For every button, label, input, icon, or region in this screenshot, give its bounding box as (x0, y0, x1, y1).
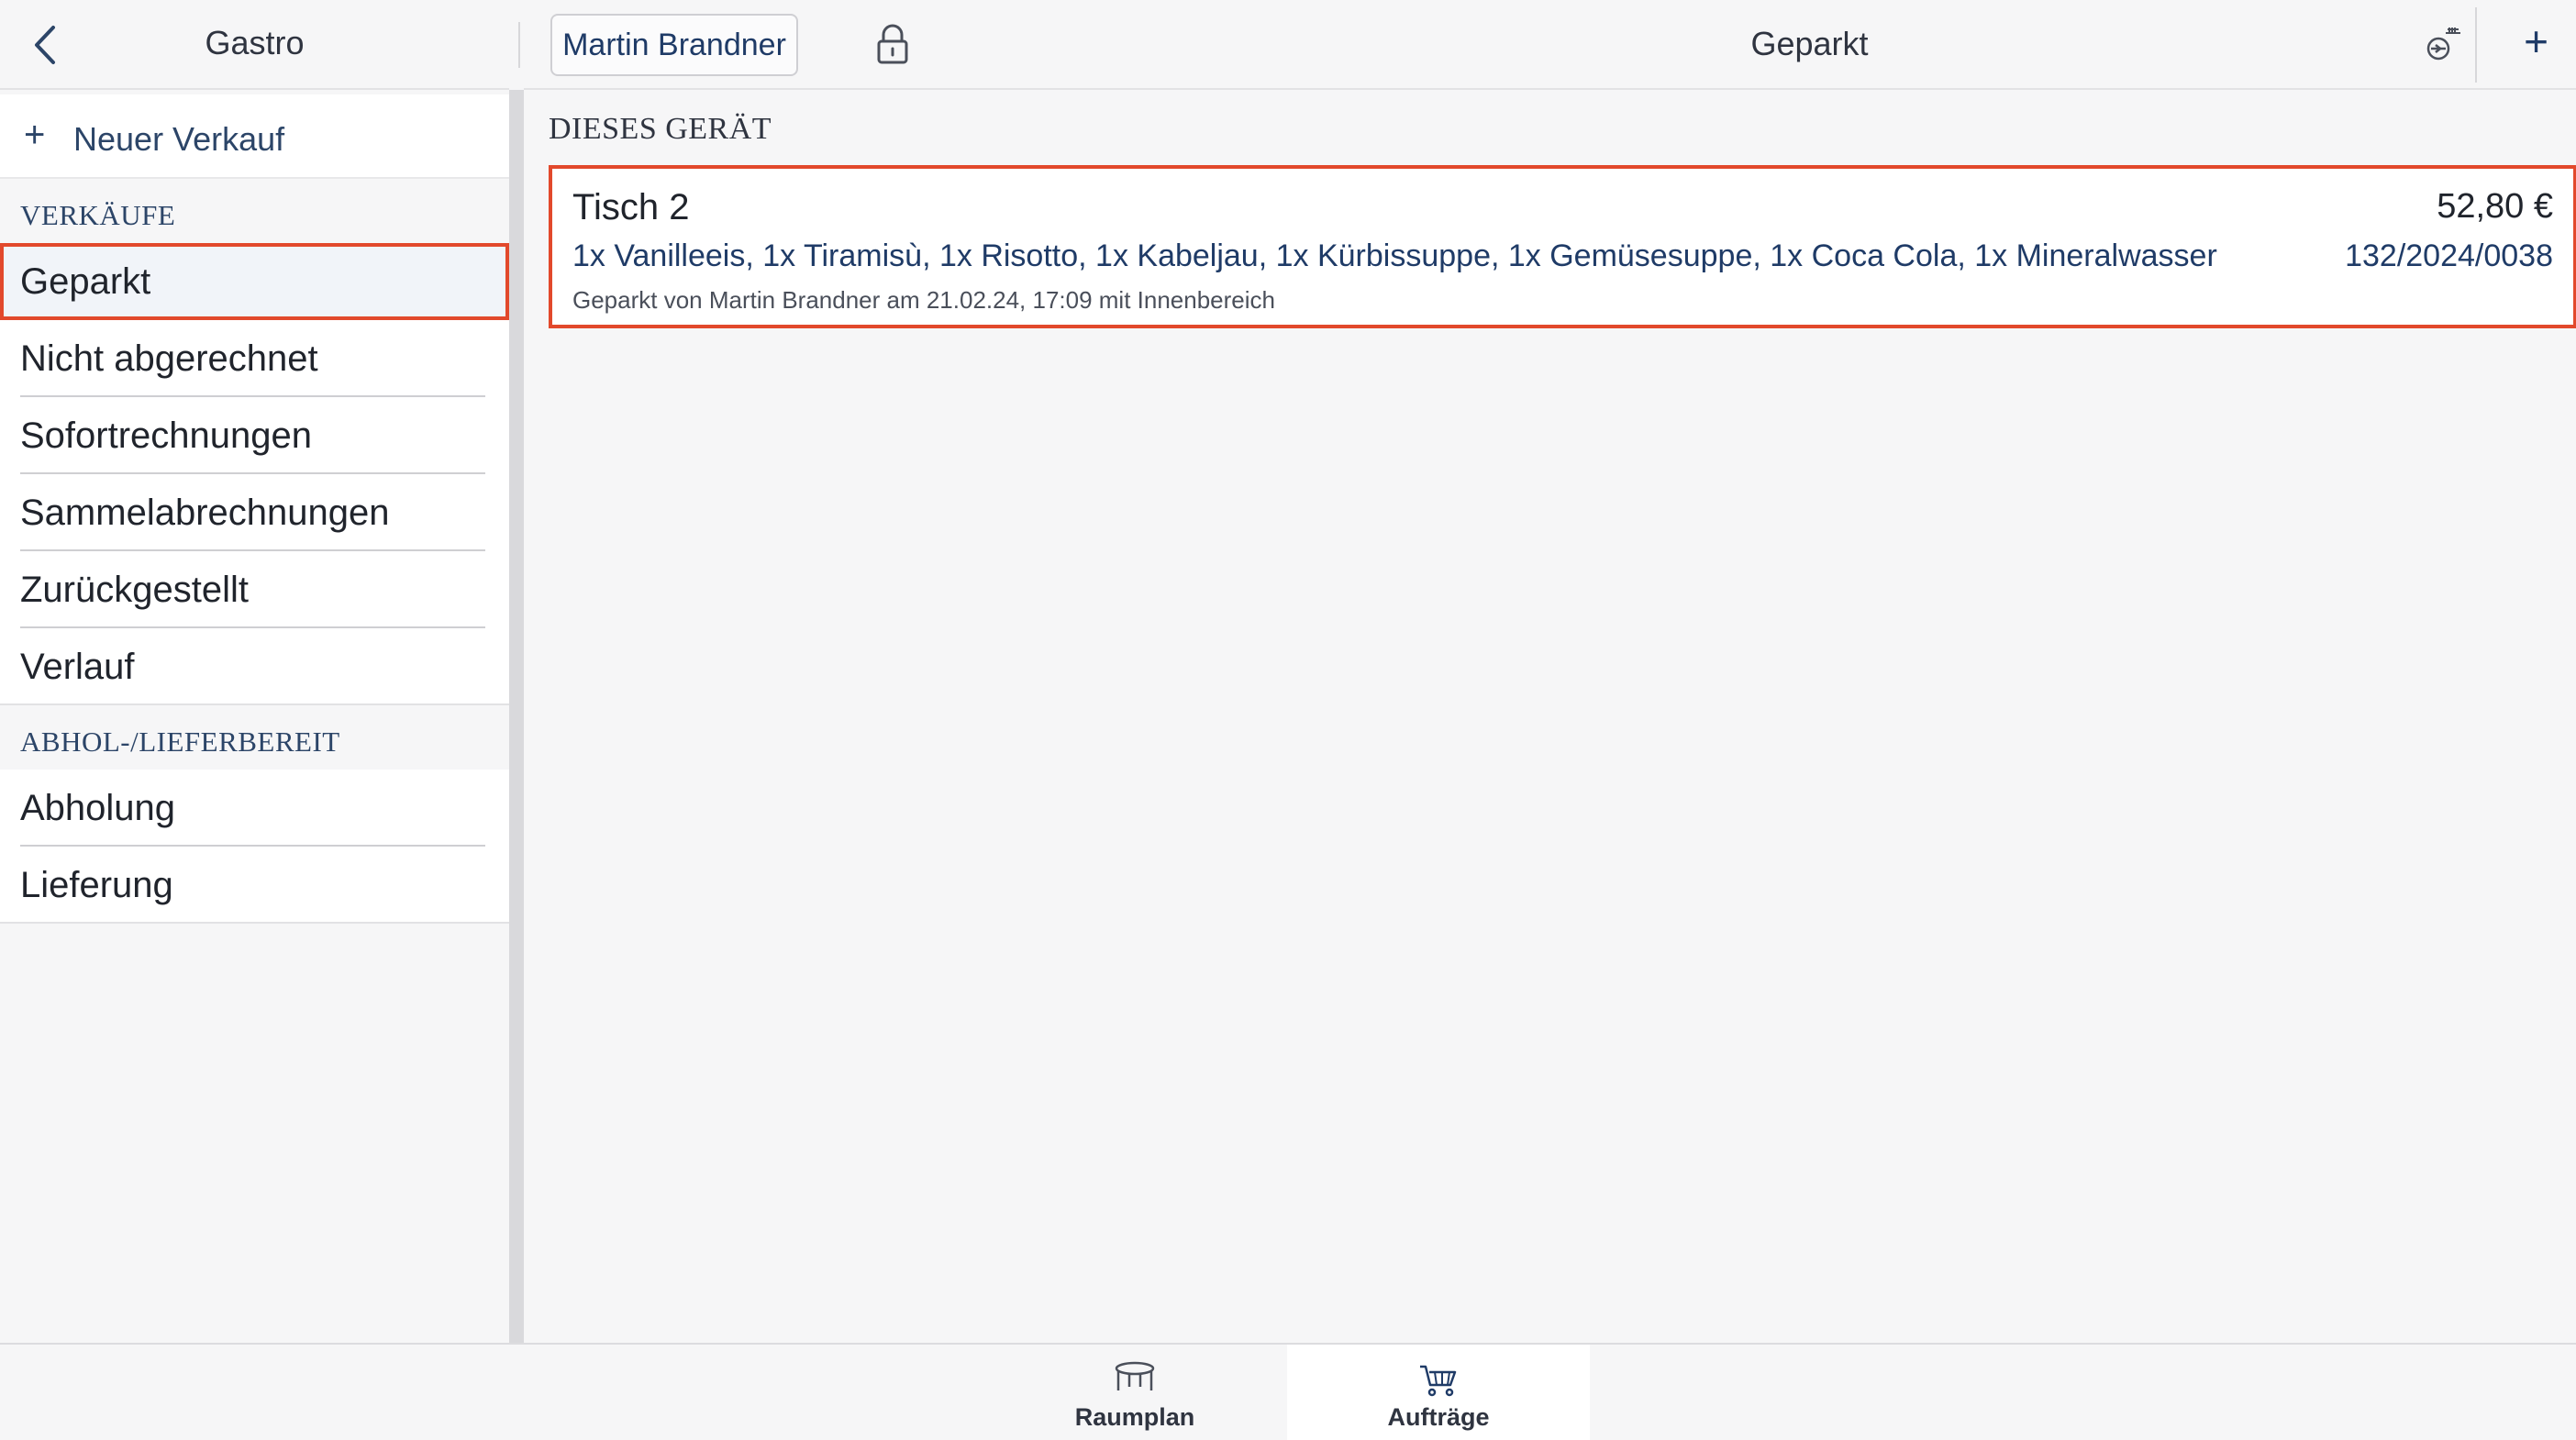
divider (0, 922, 509, 924)
sidebar-item-zurueckgestellt[interactable]: Zurückgestellt (0, 551, 509, 628)
divider (2475, 7, 2477, 83)
add-button[interactable]: + (2524, 20, 2548, 62)
divider (518, 22, 520, 68)
plus-icon: + (24, 115, 46, 155)
main-panel: Martin Brandner Geparkt + DIESES GERÄT T… (518, 0, 2576, 1343)
order-items: 1x Vanilleeis, 1x Tiramisù, 1x Risotto, … (572, 238, 2217, 273)
new-sale-label: Neuer Verkauf (73, 120, 285, 158)
order-table-name: Tisch 2 (572, 187, 690, 227)
sidebar-header: Gastro (0, 0, 509, 90)
new-sale-button[interactable]: + Neuer Verkauf (0, 94, 509, 179)
bottom-tab-bar: Raumplan Aufträge (0, 1343, 2576, 1440)
table-icon (1115, 1361, 1155, 1390)
sidebar-item-lieferung[interactable]: Lieferung (0, 847, 509, 924)
tab-raumplan-label: Raumplan (1074, 1403, 1195, 1431)
sidebar-item-nicht-abgerechnet[interactable]: Nicht abgerechnet (0, 320, 509, 397)
tab-auftraege-label: Aufträge (1387, 1403, 1490, 1431)
sidebar-item-verlauf[interactable]: Verlauf (0, 628, 509, 705)
order-number: 132/2024/0038 (2345, 238, 2553, 273)
top-bar: Martin Brandner Geparkt + (518, 0, 2576, 90)
page-title: Geparkt (1750, 25, 1869, 62)
sidebar-item-sammelabrechnungen[interactable]: Sammelabrechnungen (0, 474, 509, 551)
service-bell-icon[interactable] (2418, 20, 2466, 68)
section-heading-pickup-delivery: ABHOL-/LIEFERBEREIT (0, 705, 509, 770)
sidebar-item-geparkt[interactable]: Geparkt (0, 243, 509, 320)
section-heading-this-device: DIESES GERÄT (549, 112, 772, 146)
sidebar-title: Gastro (205, 24, 305, 61)
parked-order-card[interactable]: Tisch 2 1x Vanilleeis, 1x Tiramisù, 1x R… (549, 165, 2576, 328)
tab-raumplan[interactable]: Raumplan (983, 1345, 1286, 1440)
order-amount: 52,80 € (2437, 187, 2553, 226)
section-heading-sales: VERKÄUFE (0, 179, 509, 243)
order-meta: Geparkt von Martin Brandner am 21.02.24,… (572, 286, 1275, 314)
sidebar-item-sofortrechnungen[interactable]: Sofortrechnungen (0, 397, 509, 474)
sidebar: Gastro + Neuer Verkauf VERKÄUFE Geparkt … (0, 0, 509, 1343)
tab-auftraege[interactable]: Aufträge (1287, 1345, 1590, 1440)
basket-icon (1420, 1365, 1457, 1397)
split-view-divider[interactable] (509, 0, 524, 1343)
sidebar-item-abholung[interactable]: Abholung (0, 770, 509, 847)
